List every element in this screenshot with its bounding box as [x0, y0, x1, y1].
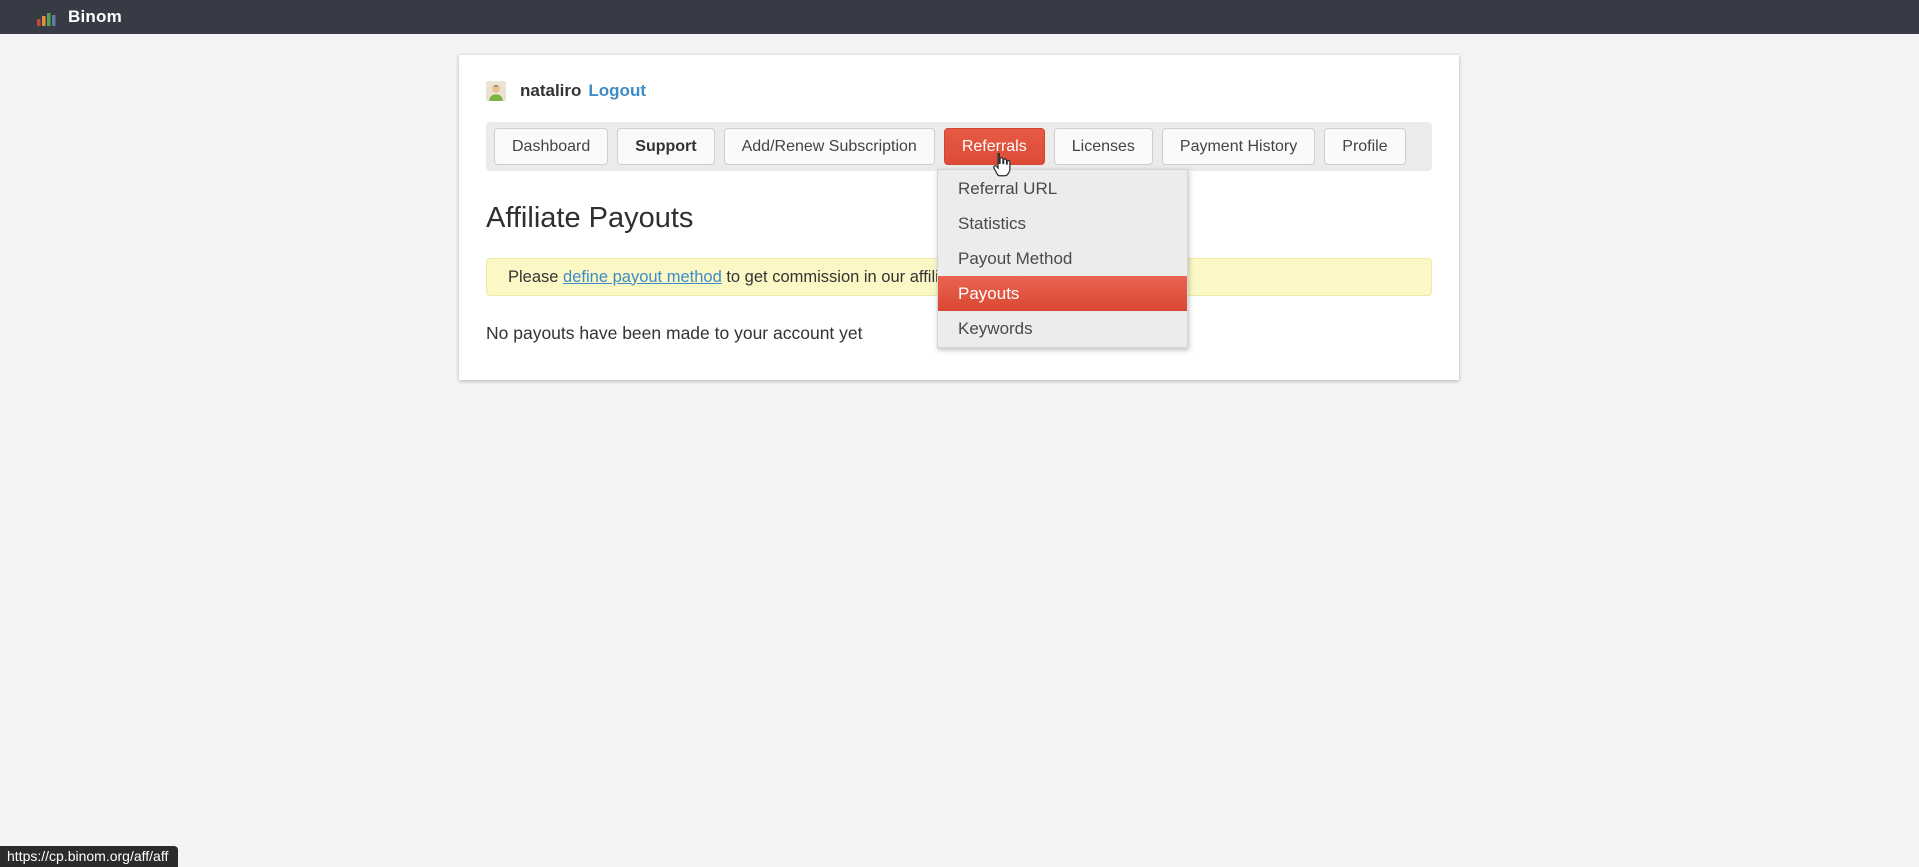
notice-text-after: to get commission in our affilia — [722, 268, 948, 287]
brand-name[interactable]: Binom — [68, 7, 122, 27]
menu-item-payouts[interactable]: Payouts — [938, 276, 1187, 311]
bar-chart-icon — [37, 9, 57, 26]
logout-link[interactable]: Logout — [588, 81, 646, 101]
user-avatar-icon — [486, 81, 506, 101]
user-row: nataliro Logout — [486, 80, 1432, 102]
menu-item-referral-url[interactable]: Referral URL — [938, 171, 1187, 206]
tab-licenses[interactable]: Licenses — [1054, 128, 1153, 165]
topbar: Binom — [0, 0, 1919, 34]
user-name: nataliro — [520, 81, 581, 101]
menu-item-keywords[interactable]: Keywords — [938, 311, 1187, 346]
tab-dashboard[interactable]: Dashboard — [494, 128, 608, 165]
referrals-dropdown-menu: Referral URL Statistics Payout Method Pa… — [937, 169, 1188, 348]
notice-text-before: Please — [508, 268, 563, 287]
menu-item-payout-method[interactable]: Payout Method — [938, 241, 1187, 276]
define-payout-method-link[interactable]: define payout method — [563, 268, 722, 287]
status-url-tooltip: https://cp.binom.org/aff/aff — [0, 846, 178, 867]
tab-add-renew-subscription[interactable]: Add/Renew Subscription — [724, 128, 935, 165]
tab-referrals[interactable]: Referrals — [944, 128, 1045, 165]
tab-support[interactable]: Support — [617, 128, 714, 165]
main-navigation: Dashboard Support Add/Renew Subscription… — [486, 122, 1432, 171]
tab-profile[interactable]: Profile — [1324, 128, 1405, 165]
tab-payment-history[interactable]: Payment History — [1162, 128, 1315, 165]
menu-item-statistics[interactable]: Statistics — [938, 206, 1187, 241]
